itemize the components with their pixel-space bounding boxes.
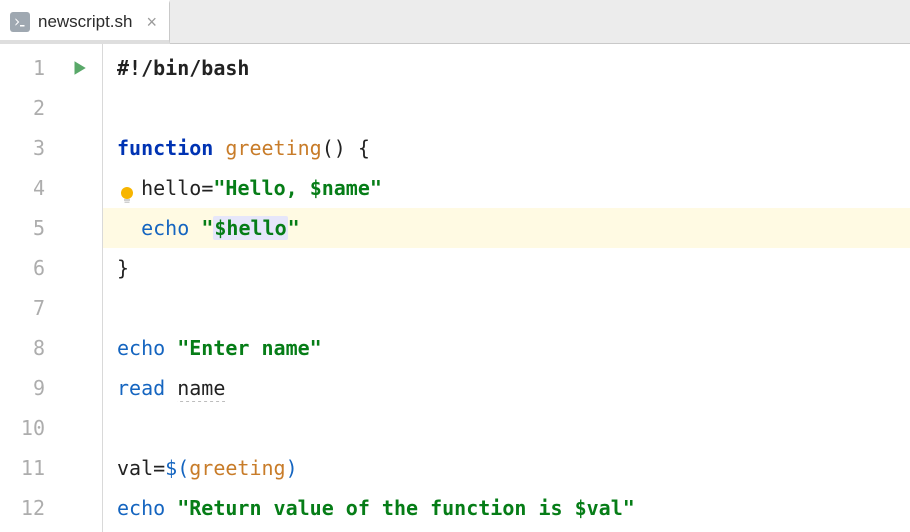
variable: hello xyxy=(141,176,201,200)
string-var: $name xyxy=(310,176,370,200)
code-line-active[interactable]: echo "$hello" xyxy=(103,208,910,248)
tab-label: newscript.sh xyxy=(38,12,132,32)
line-number: 9 xyxy=(0,368,55,408)
code-line[interactable]: function greeting() { xyxy=(103,128,910,168)
brace: } xyxy=(117,256,129,280)
line-number: 7 xyxy=(0,288,55,328)
string: " xyxy=(370,176,382,200)
intention-bulb-icon[interactable] xyxy=(117,178,137,198)
equals: = xyxy=(153,456,165,480)
subst-open: $( xyxy=(165,456,189,480)
quote: " xyxy=(201,216,213,240)
code-line[interactable] xyxy=(103,88,910,128)
line-number: 2 xyxy=(0,88,55,128)
function-call: greeting xyxy=(189,456,285,480)
command: read xyxy=(117,376,165,400)
run-gutter-icon[interactable] xyxy=(55,48,102,88)
string-var: $val xyxy=(575,496,623,520)
string: "Enter name" xyxy=(177,336,322,360)
line-number: 5 xyxy=(0,208,55,248)
code-line[interactable] xyxy=(103,408,910,448)
line-number-gutter: 1 2 3 4 5 6 7 8 9 10 11 12 xyxy=(0,44,55,532)
command: echo xyxy=(117,336,165,360)
close-icon[interactable]: × xyxy=(146,13,157,31)
line-number: 11 xyxy=(0,448,55,488)
keyword: function xyxy=(117,136,213,160)
code-area[interactable]: #!/bin/bash function greeting() { hello=… xyxy=(103,44,910,532)
line-number: 6 xyxy=(0,248,55,288)
string: " xyxy=(623,496,635,520)
tab-bar: newscript.sh × xyxy=(0,0,910,44)
line-number: 4 xyxy=(0,168,55,208)
parentheses: () xyxy=(322,136,346,160)
line-number: 12 xyxy=(0,488,55,528)
subst-close: ) xyxy=(286,456,298,480)
code-line[interactable] xyxy=(103,288,910,328)
command: echo xyxy=(141,216,189,240)
code-editor[interactable]: 1 2 3 4 5 6 7 8 9 10 11 12 #!/bin/bash f… xyxy=(0,44,910,532)
string: "Return value of the function is xyxy=(177,496,574,520)
code-line[interactable]: read name xyxy=(103,368,910,408)
line-number: 1 xyxy=(0,48,55,88)
variable: val xyxy=(117,456,153,480)
code-line[interactable]: echo "Enter name" xyxy=(103,328,910,368)
code-line[interactable]: #!/bin/bash xyxy=(103,48,910,88)
shell-file-icon xyxy=(10,12,30,32)
brace: { xyxy=(358,136,370,160)
line-number: 3 xyxy=(0,128,55,168)
tab-newscript[interactable]: newscript.sh × xyxy=(0,0,170,44)
code-line[interactable]: } xyxy=(103,248,910,288)
gutter-icons xyxy=(55,44,103,532)
line-number: 8 xyxy=(0,328,55,368)
command: echo xyxy=(117,496,165,520)
code-line[interactable]: echo "Return value of the function is $v… xyxy=(103,488,910,528)
argument: name xyxy=(177,376,225,402)
string-var-highlight: $hello xyxy=(213,216,287,240)
code-line[interactable]: val=$(greeting) xyxy=(103,448,910,488)
line-number: 10 xyxy=(0,408,55,448)
equals: = xyxy=(201,176,213,200)
string: "Hello, xyxy=(213,176,309,200)
code-line[interactable]: hello="Hello, $name" xyxy=(103,168,910,208)
quote: " xyxy=(288,216,300,240)
shebang: #!/bin/bash xyxy=(117,56,249,80)
function-name: greeting xyxy=(225,136,321,160)
